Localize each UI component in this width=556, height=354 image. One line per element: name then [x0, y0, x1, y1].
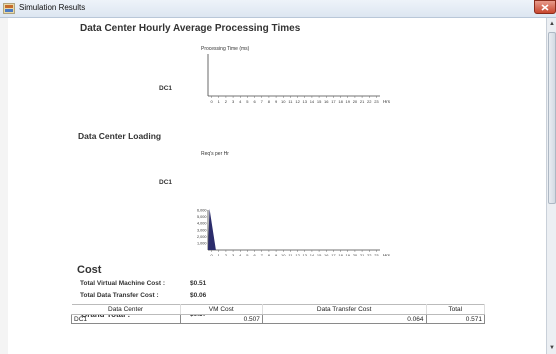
processing-times-heading: Data Center Hourly Average Processing Ti…	[80, 23, 301, 34]
x-tick-label: 21	[360, 253, 365, 256]
x-tick-label: 23	[374, 99, 379, 104]
x-tick-label: 9	[275, 253, 278, 256]
x-tick-label: 11	[288, 253, 293, 256]
x-tick-label: 8	[268, 99, 271, 104]
vm-cost-value: $0.51	[190, 280, 207, 287]
cost-table-cell: 0.064	[261, 314, 427, 324]
close-x-icon	[541, 3, 549, 11]
x-tick-label: 4	[239, 253, 242, 256]
x-tick-label: 12	[295, 99, 300, 104]
scrollbar-thumb[interactable]	[548, 32, 556, 204]
vm-cost-label: Total Virtual Machine Cost :	[80, 280, 165, 287]
x-tick-label: 0	[210, 99, 213, 104]
x-tick-label: 22	[367, 99, 372, 104]
x-tick-label: 23	[374, 253, 379, 256]
cost-table-body: DC1 0.507 0.064 0.571	[71, 314, 485, 324]
x-tick-label: 12	[295, 253, 300, 256]
x-tick-label: 22	[367, 253, 372, 256]
x-tick-label: 19	[346, 253, 351, 256]
x-tick-label: 21	[360, 99, 365, 104]
java-app-icon	[3, 3, 15, 14]
x-tick-label: 1	[218, 253, 221, 256]
processing-times-chart: 0 1 2 3 4 5 6 7 8 9 10 11 12 13 14 15 16 17 18 19 20 21 22 23 Hr…	[207, 54, 391, 104]
cost-table-header-row: Data Center VM Cost Data Transfer Cost Tota…	[71, 304, 485, 315]
x-tick-label: 17	[331, 99, 336, 104]
x-axis-label: Hrs	[383, 99, 391, 104]
data-bar	[208, 208, 216, 250]
x-tick-label: 6	[253, 253, 256, 256]
x-tick-label: 3	[232, 253, 235, 256]
cost-table-cell: 0.507	[179, 314, 263, 324]
x-tick-label: 2	[225, 253, 228, 256]
y-tick-label: 5,000	[197, 215, 207, 219]
x-tick-label: 10	[281, 253, 286, 256]
x-tick-label: 3	[232, 99, 235, 104]
data-center-loading-chart: 0 1 2 3 4 5 6 7 8 9 10 11 12 13 14 15 16 17 18 19 20 21 22 23 Hr…	[197, 208, 391, 256]
y-tick-label: 1,000	[197, 242, 207, 246]
y-tick-label: 2,000	[197, 235, 207, 239]
cost-table-header-cell[interactable]: Data Transfer Cost	[262, 304, 427, 315]
x-tick-label: 7	[261, 99, 264, 104]
x-tick-label: 13	[303, 253, 308, 256]
x-axis-label: Hrs	[383, 253, 391, 256]
x-tick-label: 14	[310, 99, 315, 104]
x-tick-label: 11	[288, 99, 293, 104]
y-tick-label: 6,000	[197, 208, 207, 212]
scroll-down-arrow-icon[interactable]: ▼	[548, 344, 556, 352]
processing-dc-label: DC1	[159, 85, 173, 92]
x-tick-label: 16	[324, 99, 329, 104]
title-bar[interactable]: Simulation Results	[0, 0, 556, 18]
vertical-scrollbar[interactable]: ▲ ▼	[546, 18, 556, 354]
data-transfer-cost-label: Total Data Transfer Cost :	[80, 292, 159, 299]
loading-heading: Data Center Loading	[78, 131, 162, 141]
x-tick-label: 13	[303, 99, 308, 104]
x-tick-label: 6	[253, 99, 256, 104]
x-tick-label: 17	[331, 253, 336, 256]
x-tick-label: 16	[324, 253, 329, 256]
cost-heading: Cost	[77, 264, 102, 276]
x-tick-label: 19	[346, 99, 351, 104]
y-tick-label: 4,000	[197, 222, 207, 226]
y-tick-label: 3,000	[197, 228, 207, 232]
x-tick-label: 15	[317, 253, 322, 256]
loading-dc-label: DC1	[159, 179, 173, 186]
window-title: Simulation Results	[19, 3, 86, 12]
cost-table-header-cell[interactable]: Data Center	[71, 304, 181, 315]
x-tick-label: 4	[239, 99, 242, 104]
close-button[interactable]	[534, 0, 556, 14]
x-tick-label: 8	[268, 253, 271, 256]
x-tick-label: 20	[353, 253, 358, 256]
x-tick-label: 0	[210, 253, 213, 256]
cost-table-header-cell[interactable]: VM Cost	[180, 304, 263, 315]
cost-table-row[interactable]: DC1 0.507 0.064 0.571	[71, 314, 485, 324]
cost-table: Data Center VM Cost Data Transfer Cost Tota…	[71, 304, 485, 324]
x-tick-label: 14	[310, 253, 315, 256]
x-tick-label: 7	[261, 253, 264, 256]
x-tick-label: 5	[246, 99, 249, 104]
x-tick-label: 10	[281, 99, 286, 104]
x-tick-label: 20	[353, 99, 358, 104]
x-tick-label: 9	[275, 99, 278, 104]
cost-table-cell: DC1	[71, 314, 181, 324]
cost-table-cell: 0.571	[425, 314, 485, 324]
cost-table-header-cell[interactable]: Total	[426, 304, 485, 315]
simulation-results-window: Simulation Results Data Center Hourly Av…	[0, 0, 556, 354]
x-tick-label: 15	[317, 99, 322, 104]
x-tick-label: 5	[246, 253, 249, 256]
x-tick-label: 1	[218, 99, 221, 104]
scroll-up-arrow-icon[interactable]: ▲	[548, 20, 556, 28]
x-tick-label: 18	[338, 99, 343, 104]
x-tick-label: 2	[225, 99, 228, 104]
data-transfer-cost-value: $0.06	[190, 292, 207, 299]
x-tick-label: 18	[338, 253, 343, 256]
